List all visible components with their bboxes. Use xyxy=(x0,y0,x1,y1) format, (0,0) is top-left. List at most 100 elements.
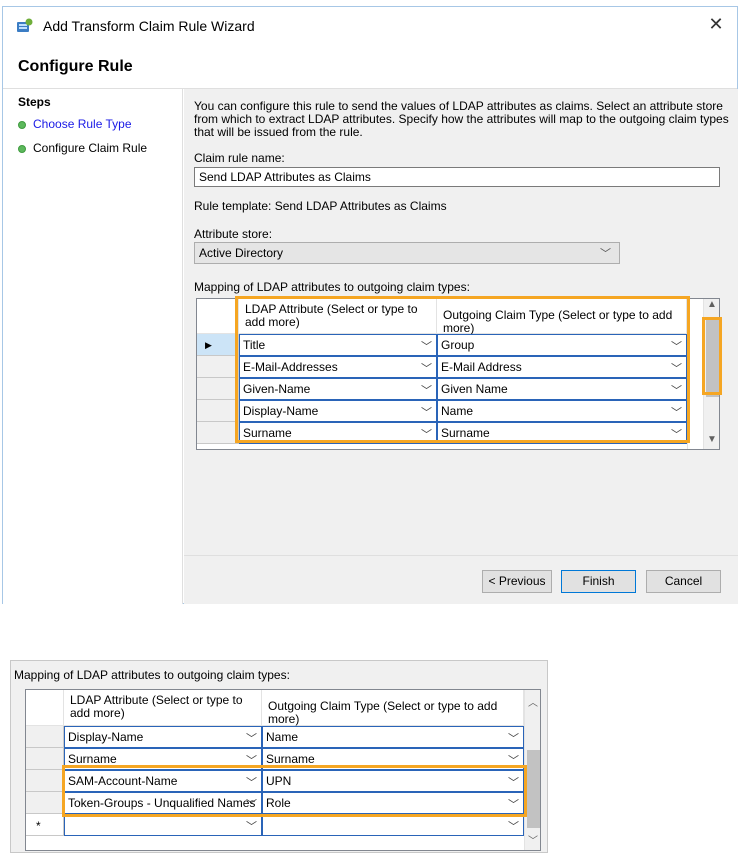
claim-rule-name-label: Claim rule name: xyxy=(194,151,285,165)
row-header[interactable] xyxy=(197,378,239,400)
step-label: Choose Rule Type xyxy=(33,117,132,131)
ldap-attribute-cell[interactable]: Display-Name ﹀ xyxy=(64,726,262,748)
ldap-attribute-column-header[interactable]: LDAP Attribute (Select or type to add mo… xyxy=(239,299,437,334)
chevron-down-icon[interactable]: ﹀ xyxy=(246,752,257,768)
claim-type-cell[interactable]: Surname ﹀ xyxy=(262,748,524,770)
chevron-down-icon[interactable]: ﹀ xyxy=(508,796,519,812)
chevron-down-icon[interactable]: ﹀ xyxy=(671,360,682,376)
chevron-down-icon[interactable]: ﹀ xyxy=(421,426,432,442)
chevron-down-icon[interactable]: ﹀ xyxy=(246,730,257,746)
chevron-down-icon[interactable]: ﹀ xyxy=(508,818,519,834)
row-header[interactable] xyxy=(26,726,64,748)
grid-vertical-scrollbar[interactable]: ︿ ﹀ xyxy=(524,690,540,850)
row-header[interactable] xyxy=(26,770,64,792)
ldap-attribute-value: Display-Name xyxy=(243,404,319,418)
wizard-window: Add Transform Claim Rule Wizard ✕ Config… xyxy=(2,6,738,604)
claim-type-cell[interactable]: Name ﹀ xyxy=(262,726,524,748)
scroll-down-arrow-icon[interactable]: ﹀ xyxy=(525,832,540,849)
claim-type-value: UPN xyxy=(266,774,292,788)
claim-type-value: Name xyxy=(441,404,474,418)
chevron-down-icon[interactable]: ﹀ xyxy=(508,774,519,790)
chevron-down-icon[interactable]: ﹀ xyxy=(246,774,257,790)
attribute-store-value: Active Directory xyxy=(199,246,284,260)
claim-type-value: E-Mail Address xyxy=(441,360,522,374)
attribute-store-select[interactable]: Active Directory ﹀ xyxy=(194,242,620,264)
claim-type-cell[interactable]: Surname ﹀ xyxy=(437,422,687,444)
close-button[interactable]: ✕ xyxy=(705,13,727,35)
chevron-down-icon[interactable]: ﹀ xyxy=(671,382,682,398)
ldap-attribute-cell[interactable]: E-Mail-Addresses ﹀ xyxy=(239,356,437,378)
zoomed-mapping-panel: Mapping of LDAP attributes to outgoing c… xyxy=(10,660,548,853)
row-header[interactable] xyxy=(197,422,239,444)
chevron-down-icon[interactable]: ﹀ xyxy=(671,426,682,442)
row-header[interactable] xyxy=(197,400,239,422)
claim-type-value: Role xyxy=(266,796,291,810)
chevron-down-icon[interactable]: ﹀ xyxy=(421,360,432,376)
cancel-button[interactable]: Cancel xyxy=(646,570,721,593)
ldap-attribute-cell[interactable]: Surname ﹀ xyxy=(239,422,437,444)
claim-type-cell[interactable]: Given Name ﹀ xyxy=(437,378,687,400)
ldap-attribute-cell[interactable]: Display-Name ﹀ xyxy=(239,400,437,422)
chevron-down-icon[interactable]: ﹀ xyxy=(508,752,519,768)
scroll-thumb[interactable] xyxy=(706,319,719,397)
mapping-grid-scrolled: LDAP Attribute (Select or type to add mo… xyxy=(25,689,541,851)
mapping-label: Mapping of LDAP attributes to outgoing c… xyxy=(14,668,290,682)
claim-type-cell[interactable]: ﹀ xyxy=(262,814,524,836)
grid-corner-header xyxy=(26,690,64,726)
window-title: Add Transform Claim Rule Wizard xyxy=(43,18,255,34)
claim-type-cell[interactable]: Group ﹀ xyxy=(437,334,687,356)
step-status-dot-icon xyxy=(18,144,26,153)
ldap-attribute-cell[interactable]: Title ﹀ xyxy=(239,334,437,356)
ldap-attribute-cell[interactable]: SAM-Account-Name ﹀ xyxy=(64,770,262,792)
ldap-attribute-cell[interactable]: ﹀ xyxy=(64,814,262,836)
step-label: Configure Claim Rule xyxy=(33,141,148,155)
rule-template-text: Rule template: Send LDAP Attributes as C… xyxy=(194,199,447,213)
mapping-label: Mapping of LDAP attributes to outgoing c… xyxy=(194,280,470,294)
scroll-up-arrow-icon[interactable]: ︿ xyxy=(525,694,540,711)
step-choose-rule-type[interactable]: Choose Rule Type xyxy=(18,117,132,131)
content-panel: You can configure this rule to send the … xyxy=(184,89,738,555)
claim-type-value: Surname xyxy=(441,426,490,440)
chevron-down-icon[interactable]: ﹀ xyxy=(246,796,257,812)
outgoing-claim-type-column-header[interactable]: Outgoing Claim Type (Select or type to a… xyxy=(262,690,524,726)
chevron-down-icon[interactable]: ﹀ xyxy=(246,818,257,834)
chevron-down-icon[interactable]: ﹀ xyxy=(671,404,682,420)
claim-type-cell[interactable]: Role ﹀ xyxy=(262,792,524,814)
row-header[interactable] xyxy=(197,356,239,378)
ldap-attribute-value: E-Mail-Addresses xyxy=(243,360,338,374)
finish-button[interactable]: Finish xyxy=(561,570,636,593)
row-header[interactable]: ▶ xyxy=(197,334,239,356)
row-header[interactable] xyxy=(26,748,64,770)
mapping-grid: LDAP Attribute (Select or type to add mo… xyxy=(196,298,720,450)
ldap-attribute-value: Display-Name xyxy=(68,730,144,744)
ldap-attribute-value: SAM-Account-Name xyxy=(68,774,178,788)
chevron-down-icon[interactable]: ﹀ xyxy=(421,382,432,398)
ldap-attribute-column-header[interactable]: LDAP Attribute (Select or type to add mo… xyxy=(64,690,262,726)
scroll-down-arrow-icon[interactable]: ▼ xyxy=(704,434,719,449)
ldap-attribute-cell[interactable]: Token-Groups - Unqualified Names ﹀ xyxy=(64,792,262,814)
chevron-down-icon[interactable]: ﹀ xyxy=(421,338,432,354)
claim-type-value: Given Name xyxy=(441,382,508,396)
previous-button[interactable]: < Previous xyxy=(482,570,552,593)
steps-panel: Steps Choose Rule Type Configure Claim R… xyxy=(3,89,183,604)
chevron-down-icon[interactable]: ﹀ xyxy=(508,730,519,746)
title-bar: Add Transform Claim Rule Wizard ✕ xyxy=(3,7,737,43)
claim-type-cell[interactable]: E-Mail Address ﹀ xyxy=(437,356,687,378)
page-title: Configure Rule xyxy=(18,58,133,75)
new-row-header[interactable]: * xyxy=(26,814,64,836)
claim-type-value: Surname xyxy=(266,752,315,766)
chevron-down-icon[interactable]: ﹀ xyxy=(671,338,682,354)
chevron-down-icon[interactable]: ﹀ xyxy=(421,404,432,420)
outgoing-claim-type-column-header[interactable]: Outgoing Claim Type (Select or type to a… xyxy=(437,299,687,335)
scroll-up-arrow-icon[interactable]: ▲ xyxy=(704,299,719,316)
claim-rule-name-input[interactable]: Send LDAP Attributes as Claims xyxy=(194,167,720,187)
row-header[interactable] xyxy=(26,792,64,814)
page-header: Configure Rule xyxy=(3,43,737,89)
grid-vertical-scrollbar[interactable]: ▲ ▼ xyxy=(703,299,719,449)
ldap-attribute-cell[interactable]: Surname ﹀ xyxy=(64,748,262,770)
ldap-attribute-cell[interactable]: Given-Name ﹀ xyxy=(239,378,437,400)
rule-description: You can configure this rule to send the … xyxy=(194,99,729,139)
claim-type-cell[interactable]: Name ﹀ xyxy=(437,400,687,422)
scroll-thumb[interactable] xyxy=(527,750,540,828)
claim-type-cell[interactable]: UPN ﹀ xyxy=(262,770,524,792)
